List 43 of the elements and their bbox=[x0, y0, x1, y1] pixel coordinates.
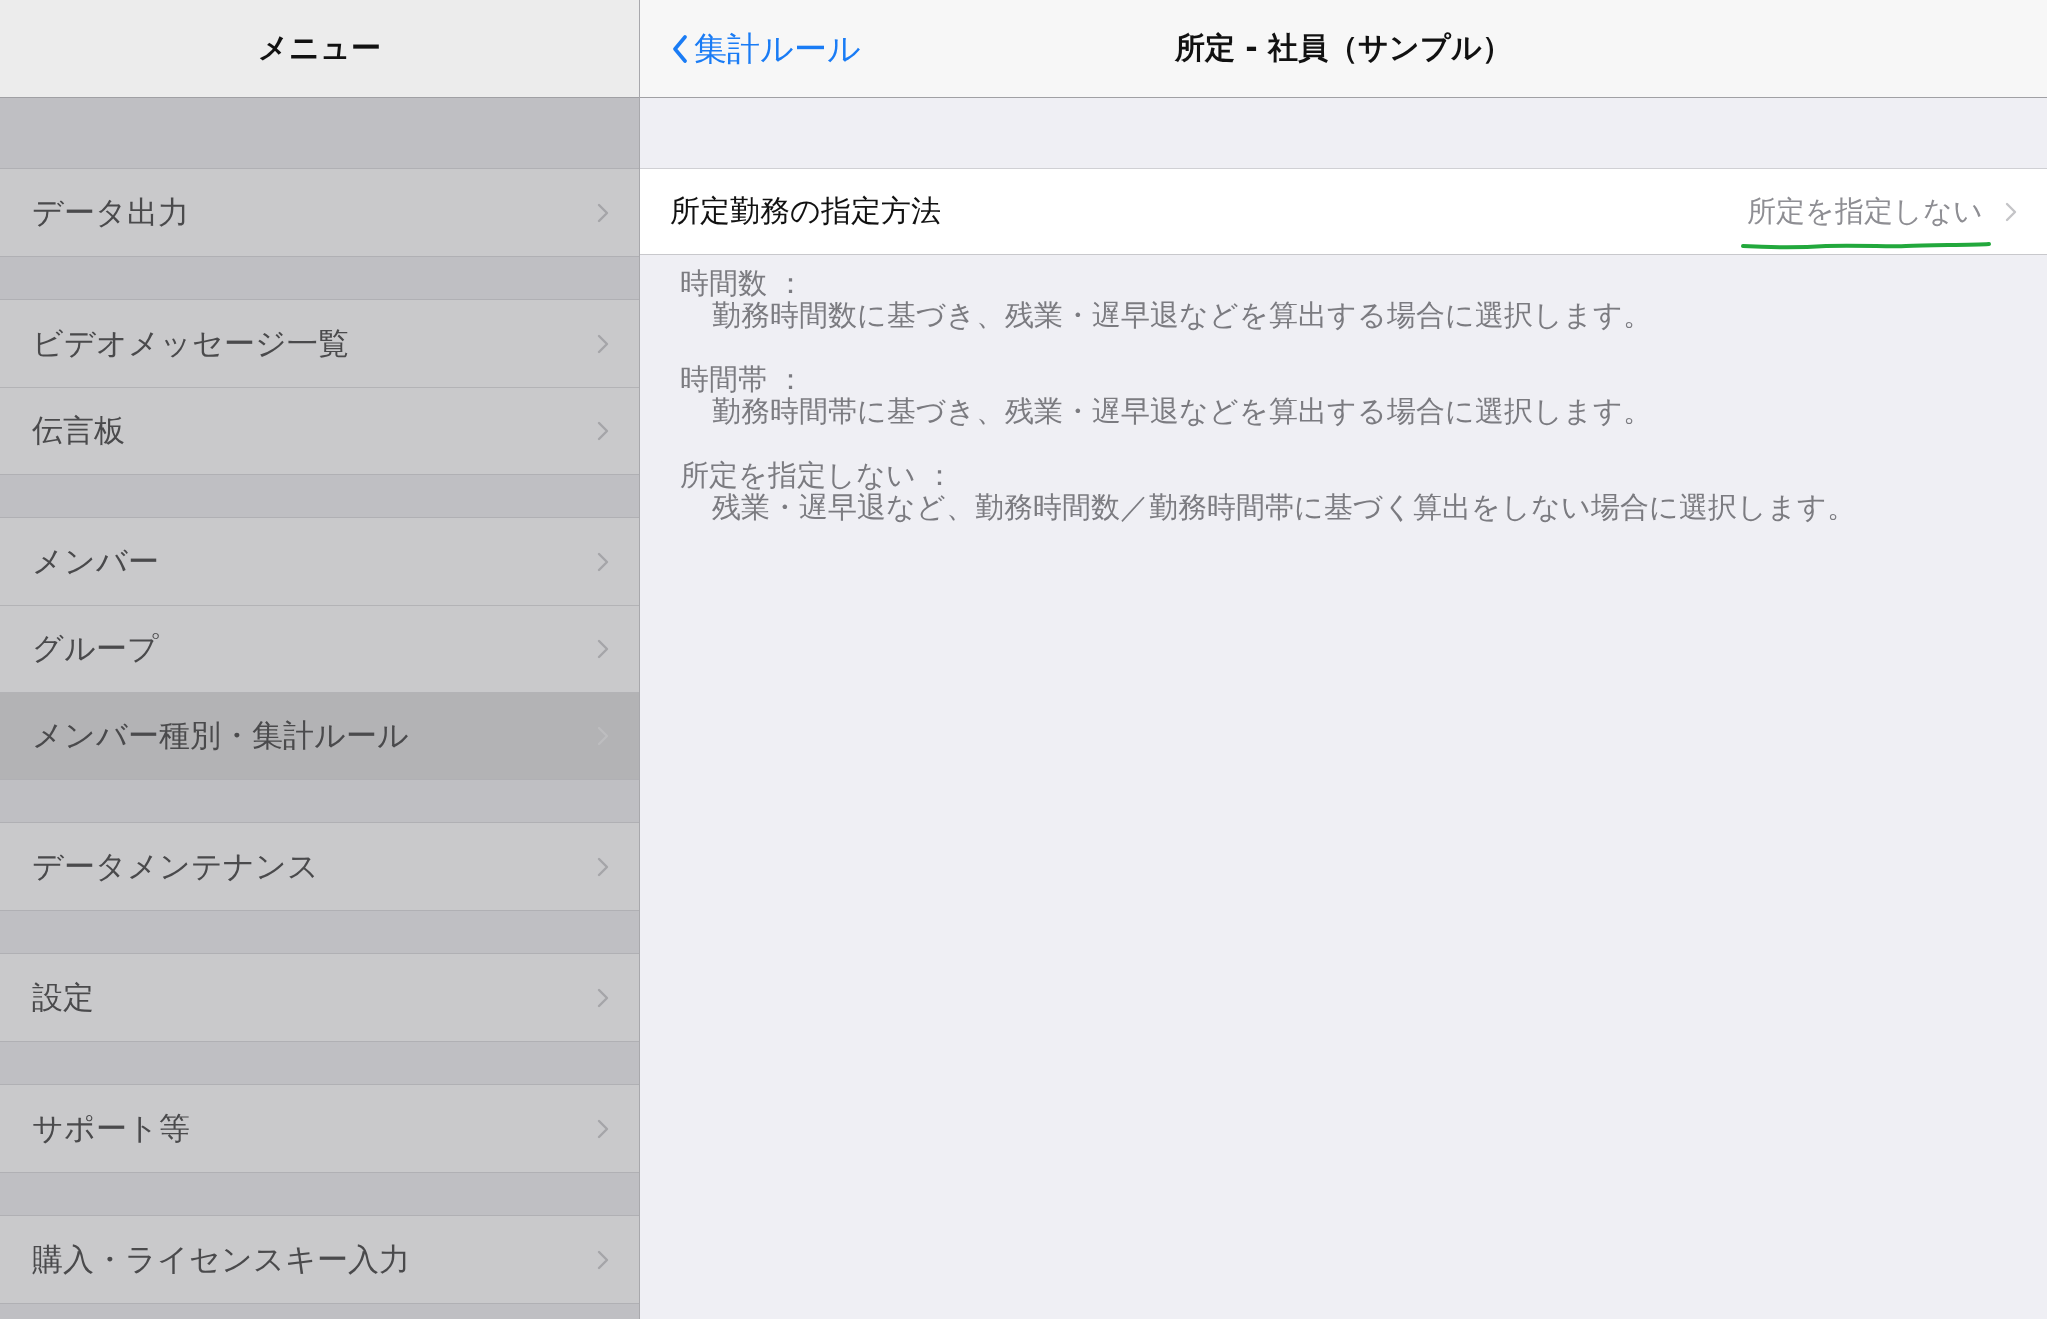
page-title: 所定 - 社員（サンプル） bbox=[1174, 29, 1513, 67]
setting-value: 所定を指定しない bbox=[1747, 193, 1983, 228]
menu-item[interactable]: 伝言板 bbox=[0, 387, 639, 474]
chevron-right-icon bbox=[597, 202, 609, 223]
chevron-right-icon bbox=[2005, 201, 2017, 222]
chevron-right-icon bbox=[597, 1249, 609, 1270]
menu-item[interactable]: 設定 bbox=[0, 954, 639, 1041]
note-term: 所定を指定しない ： bbox=[680, 459, 956, 491]
note-description: 勤務時間帯に基づき、残業・遅早退などを算出する場合に選択します。 bbox=[711, 395, 1653, 427]
menu-item-label: 伝言板 bbox=[32, 411, 126, 450]
menu-item[interactable]: 購入・ライセンスキー入力 bbox=[0, 1216, 639, 1303]
menu-item[interactable]: メンバー種別・集計ルール bbox=[0, 692, 639, 779]
sidebar-title: メニュー bbox=[258, 29, 381, 67]
setting-label: 所定勤務の指定方法 bbox=[670, 192, 942, 230]
menu-item[interactable]: データメンテナンス bbox=[0, 823, 639, 910]
setting-row[interactable]: 所定勤務の指定方法 所定を指定しない bbox=[640, 168, 2047, 255]
note-term: 時間数 ： bbox=[680, 267, 807, 299]
menu-item[interactable]: グループ bbox=[0, 605, 639, 692]
chevron-right-icon bbox=[597, 1118, 609, 1139]
menu-item-label: 設定 bbox=[32, 977, 95, 1017]
note-term: 時間帯 ： bbox=[680, 363, 807, 395]
chevron-right-icon bbox=[597, 421, 609, 441]
menu-item[interactable]: データ出力 bbox=[0, 169, 639, 256]
chevron-right-icon bbox=[597, 551, 609, 572]
back-button[interactable]: 集計ルール bbox=[672, 0, 861, 98]
menu-item-label: メンバー bbox=[32, 541, 160, 581]
menu-item[interactable]: ビデオメッセージ一覧 bbox=[0, 300, 639, 387]
menu-item-label: データメンテナンス bbox=[32, 846, 320, 886]
chevron-right-icon bbox=[597, 333, 609, 354]
menu-item-label: ビデオメッセージ一覧 bbox=[32, 323, 350, 363]
menu-item-label: データ出力 bbox=[32, 192, 190, 232]
note-description: 残業・遅早退など、勤務時間数／勤務時間帯に基づく算出をしない場合に選択します。 bbox=[711, 491, 1857, 523]
menu-item[interactable]: サポート等 bbox=[0, 1085, 639, 1172]
chevron-right-icon bbox=[597, 856, 609, 877]
menu-item-label: サポート等 bbox=[32, 1108, 191, 1148]
chevron-right-icon bbox=[597, 987, 609, 1008]
note-description: 勤務時間数に基づき、残業・遅早退などを算出する場合に選択します。 bbox=[711, 299, 1653, 331]
chevron-left-icon bbox=[672, 35, 688, 63]
menu-item-label: 購入・ライセンスキー入力 bbox=[32, 1239, 411, 1279]
chevron-right-icon bbox=[597, 639, 609, 659]
menu-item-label: グループ bbox=[32, 629, 160, 668]
menu-item-label: メンバー種別・集計ルール bbox=[32, 716, 410, 755]
menu-item[interactable]: メンバー bbox=[0, 518, 639, 605]
